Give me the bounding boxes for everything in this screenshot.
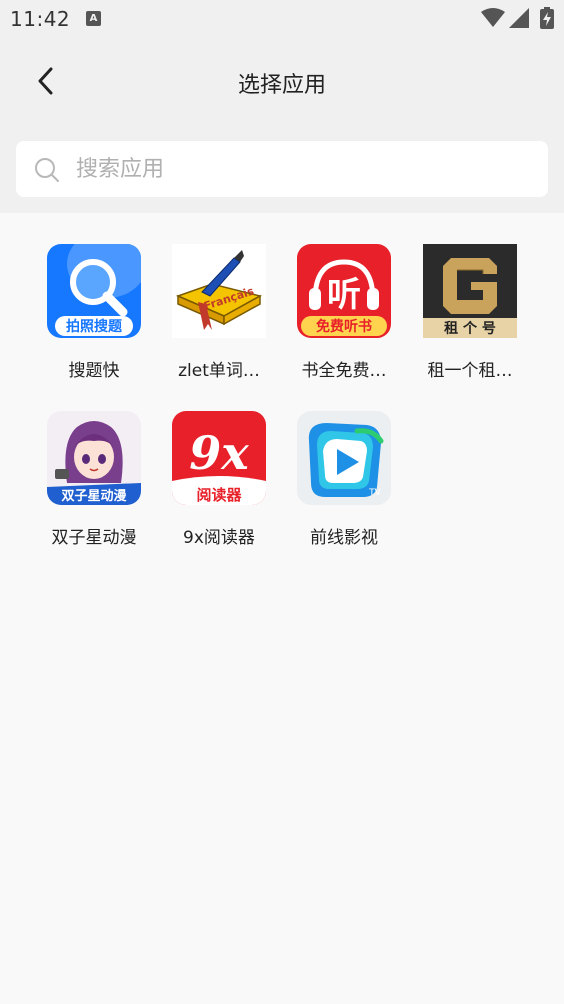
app-label: 租一个租… xyxy=(427,361,513,381)
app-icon-glyph: 9x xyxy=(189,426,249,480)
app-item[interactable]: TV 前线影视 xyxy=(281,411,407,561)
app-label: 双子星动漫 xyxy=(51,528,137,548)
magnifier-icon: 拍照搜题 xyxy=(47,244,141,338)
app-item[interactable]: 双子星动漫 双子星动漫 xyxy=(31,411,157,561)
wifi-icon xyxy=(481,8,505,27)
app-item[interactable]: 9x 阅读器 9x阅读器 xyxy=(156,411,282,561)
app-icon-text: 双子星动漫 xyxy=(61,488,126,504)
anime-girl-icon: 双子星动漫 xyxy=(47,411,141,505)
app-icon-text: 免费听书 xyxy=(316,318,372,335)
app-label: 搜题快 xyxy=(68,361,120,381)
app-icon-text: 阅读器 xyxy=(196,486,242,504)
search-input[interactable] xyxy=(76,141,536,197)
search-icon xyxy=(35,158,59,182)
app-item[interactable]: Français zlet单词… xyxy=(156,244,282,394)
signal-icon xyxy=(509,8,529,28)
search-bar[interactable] xyxy=(16,141,548,197)
app-item[interactable]: 听 免费听书 书全免费… xyxy=(281,244,407,394)
status-bar: 11:42 A xyxy=(0,0,564,38)
app-icon-text: TV xyxy=(368,488,381,498)
app-label: 书全免费… xyxy=(301,361,387,381)
header: 选择应用 xyxy=(0,55,564,109)
status-time: 11:42 xyxy=(10,7,71,31)
notification-a-icon: A xyxy=(86,11,101,26)
app-item[interactable]: 拍照搜题 搜题快 xyxy=(31,244,157,394)
battery-charging-icon xyxy=(540,7,554,29)
g-logo-icon: 租 个 号 xyxy=(423,244,517,338)
app-label: 前线影视 xyxy=(310,528,378,548)
headphones-icon: 听 免费听书 xyxy=(297,244,391,338)
9x-logo-icon: 9x 阅读器 xyxy=(172,411,266,505)
app-label: 9x阅读器 xyxy=(183,528,255,548)
page-title: 选择应用 xyxy=(237,73,326,98)
app-icon-glyph: 听 xyxy=(327,275,361,315)
play-icon: TV xyxy=(297,411,391,505)
app-label: zlet单词… xyxy=(178,361,260,381)
book-pen-icon: Français xyxy=(172,244,266,338)
app-item[interactable]: 租 个 号 租一个租… xyxy=(407,244,533,394)
app-icon-text: 租 个 号 xyxy=(444,320,496,337)
app-icon-text: 拍照搜题 xyxy=(66,318,123,335)
